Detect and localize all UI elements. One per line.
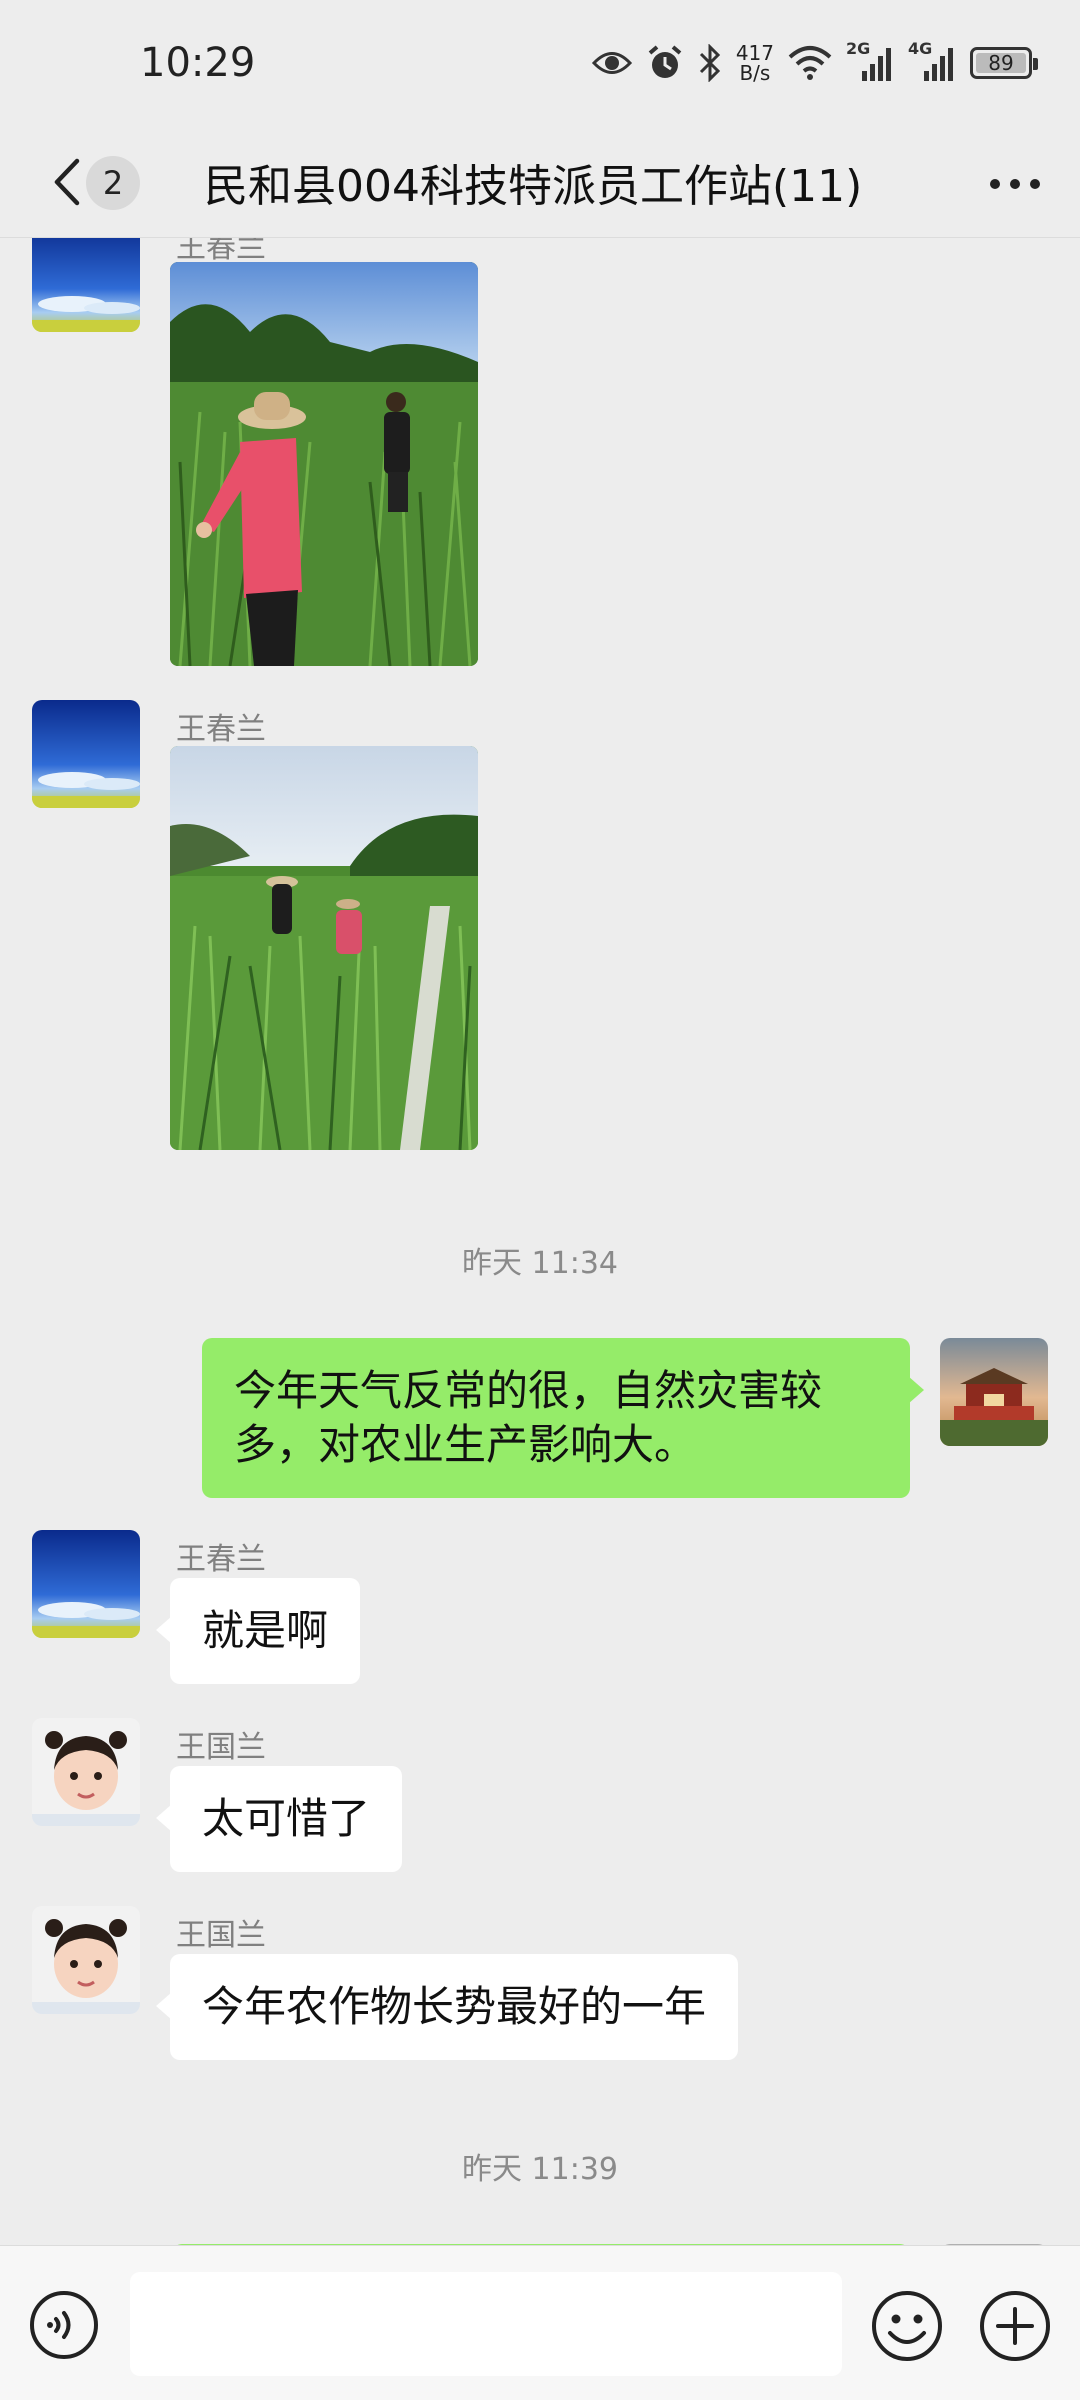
signal-icon bbox=[862, 48, 891, 81]
signal-sim2: 4G bbox=[908, 39, 956, 83]
alarm-icon bbox=[648, 45, 682, 78]
wifi-icon bbox=[788, 46, 832, 80]
plus-icon[interactable] bbox=[978, 2289, 1052, 2363]
status-time: 10:29 bbox=[140, 40, 256, 86]
text-message[interactable]: 太可惜了 bbox=[155, 1766, 403, 1872]
battery-icon: 89 bbox=[970, 47, 1038, 79]
network-speed-value: 417 bbox=[735, 41, 774, 65]
text-message[interactable]: 就是啊 bbox=[155, 1578, 361, 1684]
sky-avatar-image bbox=[32, 238, 140, 332]
voice-icon[interactable] bbox=[28, 2289, 100, 2361]
message-text: 太可惜了 bbox=[202, 1794, 371, 1843]
network-speed: 417 B/s bbox=[736, 43, 774, 83]
battery-level: 89 bbox=[988, 51, 1014, 75]
sky-avatar-image bbox=[32, 700, 140, 808]
network-speed-unit: B/s bbox=[739, 61, 771, 85]
avatar-wang-guolan[interactable] bbox=[32, 1906, 140, 2014]
image-message[interactable] bbox=[170, 262, 478, 666]
chat-screen: 10:29 417 B/s 2G 4G 89 2 民和县004科技特派员工作站(… bbox=[0, 0, 1080, 2400]
signal-icon bbox=[924, 48, 953, 81]
image-message[interactable] bbox=[170, 746, 478, 1150]
signal-sim1: 2G bbox=[846, 39, 894, 83]
eye-icon bbox=[591, 52, 632, 74]
my-text-message[interactable]: 今年天气反常的很，自然灾害较 多，对农业生产影响大。 bbox=[202, 1338, 924, 1498]
chat-header: 2 民和县004科技特派员工作站(11) bbox=[0, 130, 1080, 238]
avatar-wang-guolan[interactable] bbox=[32, 1718, 140, 1826]
child-avatar-image bbox=[32, 1718, 140, 1826]
sender-name: 王国兰 bbox=[176, 1918, 266, 1953]
more-button[interactable] bbox=[980, 154, 1050, 214]
gate-avatar-image bbox=[940, 1338, 1048, 1446]
field-photo bbox=[170, 746, 478, 1150]
sender-name: 王国兰 bbox=[176, 1730, 266, 1765]
message-input[interactable] bbox=[130, 2272, 842, 2376]
message-timestamp: 昨天 11:34 bbox=[462, 1246, 618, 1281]
chat-title: 民和县004科技特派员工作站(11) bbox=[204, 161, 863, 212]
avatar-wang-chunlan[interactable] bbox=[32, 238, 140, 332]
sky-avatar-image bbox=[32, 1530, 140, 1638]
emoji-icon[interactable] bbox=[870, 2289, 944, 2363]
status-icons: 417 B/s 2G 4G 89 bbox=[591, 38, 1038, 88]
field-photo bbox=[170, 262, 478, 666]
text-message[interactable]: 今年农作物长势最好的一年 bbox=[155, 1954, 739, 2060]
message-list[interactable]: 王春兰 王春兰 昨天 11:34 今年天气反常的很，自然灾害较 多，对农业生产影… bbox=[0, 238, 1080, 2245]
child-avatar-image bbox=[32, 1906, 140, 2014]
my-avatar[interactable] bbox=[940, 1338, 1048, 1446]
back-chevron-icon bbox=[54, 158, 80, 206]
message-text-line: 多，对农业生产影响大。 bbox=[234, 1420, 697, 1469]
message-text: 今年农作物长势最好的一年 bbox=[202, 1982, 707, 2031]
input-bar bbox=[0, 2245, 1080, 2400]
bluetooth-icon bbox=[699, 44, 720, 82]
sender-name: 王春兰 bbox=[176, 712, 266, 747]
sender-name: 王春兰 bbox=[176, 1542, 266, 1577]
avatar-wang-chunlan[interactable] bbox=[32, 700, 140, 808]
message-text: 就是啊 bbox=[202, 1606, 329, 1655]
more-dots-icon bbox=[990, 179, 1000, 189]
message-text-line: 今年天气反常的很，自然灾害较 bbox=[234, 1366, 823, 1415]
status-bar: 10:29 417 B/s 2G 4G 89 bbox=[0, 0, 1080, 130]
avatar-wang-chunlan[interactable] bbox=[32, 1530, 140, 1638]
message-timestamp: 昨天 11:39 bbox=[462, 2152, 618, 2187]
unread-count-badge[interactable]: 2 bbox=[86, 156, 140, 210]
